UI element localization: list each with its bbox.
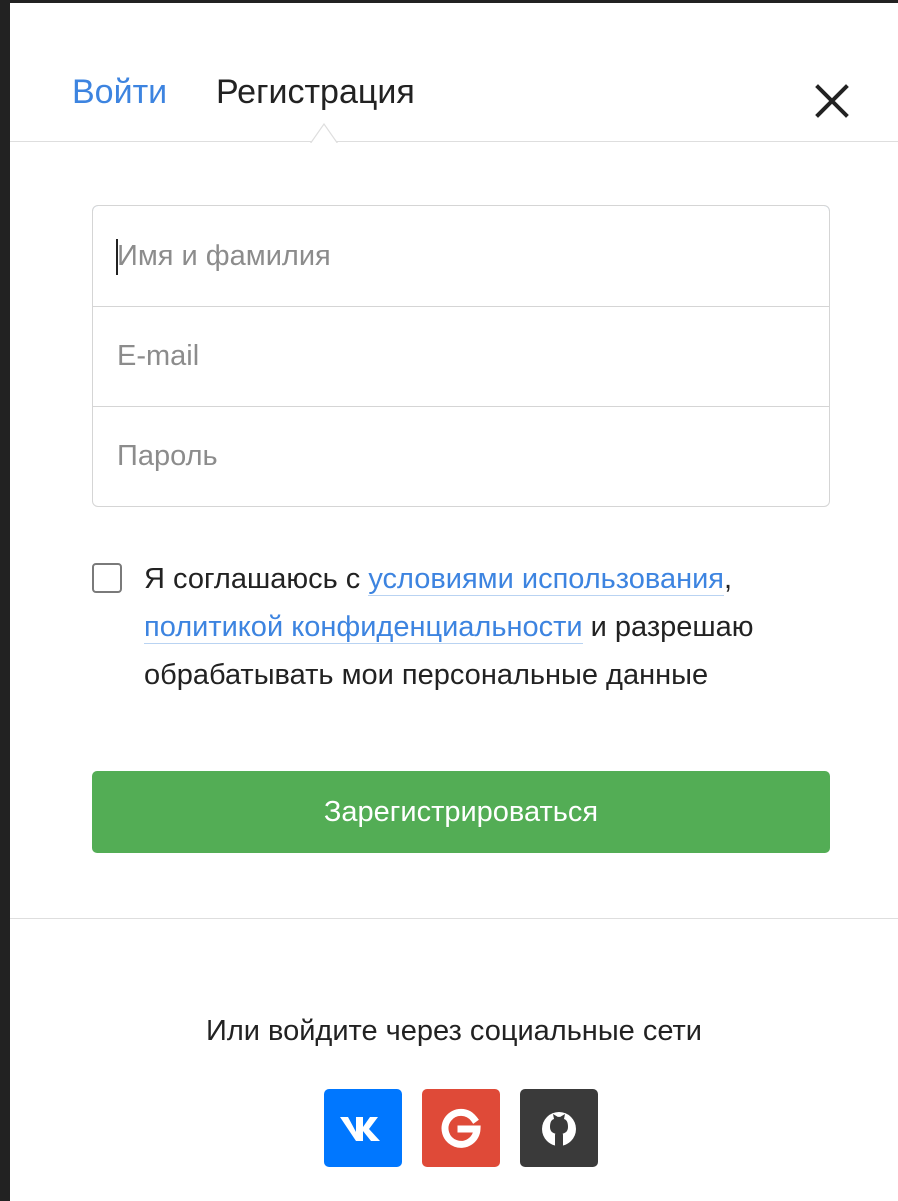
register-dialog: Войти Регистрация Я соглашаюсь с условия… bbox=[0, 0, 898, 1201]
password-input[interactable] bbox=[93, 407, 829, 506]
social-caption: Или войдите через социальные сети bbox=[205, 1015, 703, 1047]
tab-register[interactable]: Регистрация bbox=[216, 73, 415, 112]
close-icon bbox=[815, 84, 849, 118]
name-input[interactable] bbox=[93, 206, 829, 306]
agreement-comma: , bbox=[724, 563, 733, 595]
register-button[interactable]: Зарегистрироваться bbox=[92, 771, 830, 853]
agreement-checkbox[interactable] bbox=[92, 563, 122, 593]
email-input[interactable] bbox=[93, 307, 829, 406]
tab-login[interactable]: Войти bbox=[72, 73, 167, 112]
section-divider bbox=[10, 918, 898, 919]
registration-form bbox=[92, 205, 830, 507]
vk-login-button[interactable] bbox=[324, 1089, 402, 1167]
vk-icon bbox=[340, 1117, 380, 1141]
privacy-link[interactable]: политикой конфиденциальности bbox=[144, 611, 583, 644]
github-icon bbox=[542, 1112, 576, 1147]
agreement-prefix: Я соглашаюсь с bbox=[144, 563, 369, 595]
password-field bbox=[93, 406, 829, 506]
name-field bbox=[93, 206, 829, 307]
email-field bbox=[93, 306, 829, 406]
github-login-button[interactable] bbox=[520, 1089, 598, 1167]
terms-link[interactable]: условиями использования bbox=[368, 563, 725, 596]
google-icon bbox=[441, 1108, 481, 1148]
auth-tabs: Войти Регистрация bbox=[10, 3, 898, 148]
google-login-button[interactable] bbox=[422, 1089, 500, 1167]
text-caret bbox=[116, 239, 118, 275]
active-tab-pointer bbox=[310, 122, 338, 148]
close-button[interactable] bbox=[810, 79, 854, 123]
agreement-text: Я соглашаюсь с условиями использования, п… bbox=[144, 555, 864, 699]
